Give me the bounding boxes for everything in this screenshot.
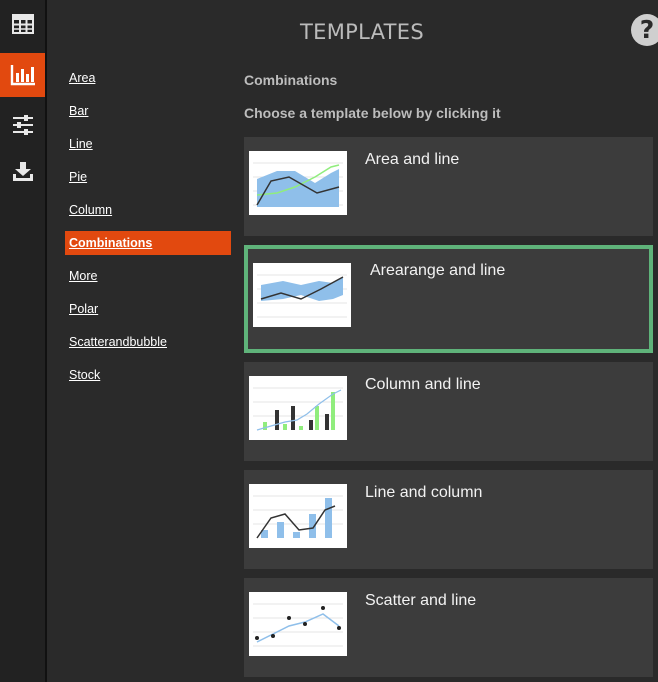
rail-item-customize[interactable] [0, 103, 45, 147]
category-pie[interactable]: Pie [65, 165, 231, 189]
category-more[interactable]: More [65, 264, 231, 288]
page-title: TEMPLATES [300, 20, 424, 44]
template-label: Column and line [365, 376, 481, 393]
category-line[interactable]: Line [65, 132, 231, 156]
table-icon [11, 14, 34, 34]
rail-item-data[interactable] [0, 2, 45, 46]
column-line-thumbnail [249, 376, 347, 440]
category-column[interactable]: Column [65, 198, 231, 222]
download-icon [12, 162, 34, 182]
template-card-arearange-and-line[interactable]: Arearange and line [244, 245, 653, 353]
category-stock[interactable]: Stock [65, 363, 231, 387]
category-polar[interactable]: Polar [65, 297, 231, 321]
scatter-line-thumbnail [249, 592, 347, 656]
category-list: Area Bar Line Pie Column Combinations Mo… [65, 66, 231, 396]
category-scatterandbubble[interactable]: Scatterandbubble [65, 330, 231, 354]
template-label: Arearange and line [370, 262, 506, 279]
rail-item-templates[interactable] [0, 53, 45, 97]
templates-panel: TEMPLATES ? Area Bar Line Pie Column Com… [45, 0, 658, 682]
template-label: Line and column [365, 484, 483, 501]
area-line-thumbnail [249, 151, 347, 215]
template-card-area-and-line[interactable]: Area and line [244, 137, 653, 236]
template-card-scatter-and-line[interactable]: Scatter and line [244, 578, 653, 677]
category-bar[interactable]: Bar [65, 99, 231, 123]
template-card-line-and-column[interactable]: Line and column [244, 470, 653, 569]
template-card-column-and-line[interactable]: Column and line [244, 362, 653, 461]
bar-chart-icon [10, 64, 36, 86]
arearange-line-thumbnail [253, 263, 351, 327]
sliders-icon [12, 115, 34, 135]
category-area[interactable]: Area [65, 66, 231, 90]
help-icon[interactable]: ? [631, 14, 658, 46]
rail-item-export[interactable] [0, 150, 45, 194]
template-label: Scatter and line [365, 592, 477, 609]
instruction-text: Choose a template below by clicking it [244, 105, 501, 121]
icon-rail [0, 0, 45, 682]
group-title: Combinations [244, 72, 338, 88]
line-column-thumbnail [249, 484, 347, 548]
category-combinations[interactable]: Combinations [65, 231, 231, 255]
template-label: Area and line [365, 151, 460, 168]
